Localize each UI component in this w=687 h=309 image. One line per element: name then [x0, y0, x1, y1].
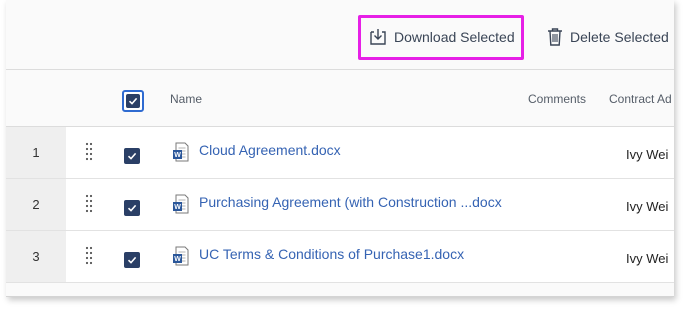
- file-name-link[interactable]: Purchasing Agreement (with Construction …: [199, 194, 502, 210]
- drag-handle-icon[interactable]: [85, 141, 93, 168]
- trash-icon: [546, 27, 564, 47]
- column-header-name[interactable]: Name: [170, 92, 202, 106]
- checkmark-icon: [127, 204, 137, 212]
- table-row[interactable]: 1 W Cloud Agreement.docx Ivy Wei: [6, 127, 674, 179]
- word-document-icon: W: [172, 194, 190, 219]
- contract-admin-cell: Ivy Wei: [626, 199, 669, 214]
- checkmark-icon: [127, 152, 137, 160]
- contract-admin-cell: Ivy Wei: [626, 147, 669, 162]
- checkmark-icon: [127, 256, 137, 264]
- drag-handle-icon[interactable]: [85, 245, 93, 272]
- row-checkbox[interactable]: [124, 200, 140, 216]
- checkbox-checked: [126, 94, 140, 108]
- row-checkbox[interactable]: [124, 148, 140, 164]
- row-number: 3: [6, 231, 66, 282]
- delete-selected-button[interactable]: Delete Selected: [546, 22, 669, 52]
- delete-selected-label: Delete Selected: [570, 29, 669, 45]
- drag-handle-icon[interactable]: [85, 193, 93, 220]
- document-panel: Download Selected Delete Selected Name C…: [6, 0, 674, 297]
- table-header: Name Comments Contract Ad: [6, 70, 674, 127]
- row-checkbox[interactable]: [124, 252, 140, 268]
- toolbar: Download Selected Delete Selected: [6, 0, 674, 70]
- contract-admin-cell: Ivy Wei: [626, 251, 669, 266]
- file-name-link[interactable]: UC Terms & Conditions of Purchase1.docx: [199, 246, 464, 262]
- highlight-box: [358, 15, 524, 60]
- row-number: 1: [6, 127, 66, 178]
- column-header-contract-admin[interactable]: Contract Ad: [609, 92, 672, 106]
- svg-text:W: W: [174, 256, 181, 263]
- row-number: 2: [6, 179, 66, 230]
- word-document-icon: W: [172, 246, 190, 271]
- table-row[interactable]: 3 W UC Terms & Conditions of Purchase1.doc…: [6, 231, 674, 283]
- word-document-icon: W: [172, 142, 190, 167]
- table-row[interactable]: 2 W Purchasing Agreement (with Constructio…: [6, 179, 674, 231]
- svg-text:W: W: [174, 204, 181, 211]
- svg-text:W: W: [174, 152, 181, 159]
- select-all-checkbox[interactable]: [122, 90, 144, 112]
- checkmark-icon: [128, 97, 138, 105]
- file-name-link[interactable]: Cloud Agreement.docx: [199, 142, 341, 158]
- column-header-comments[interactable]: Comments: [528, 92, 586, 106]
